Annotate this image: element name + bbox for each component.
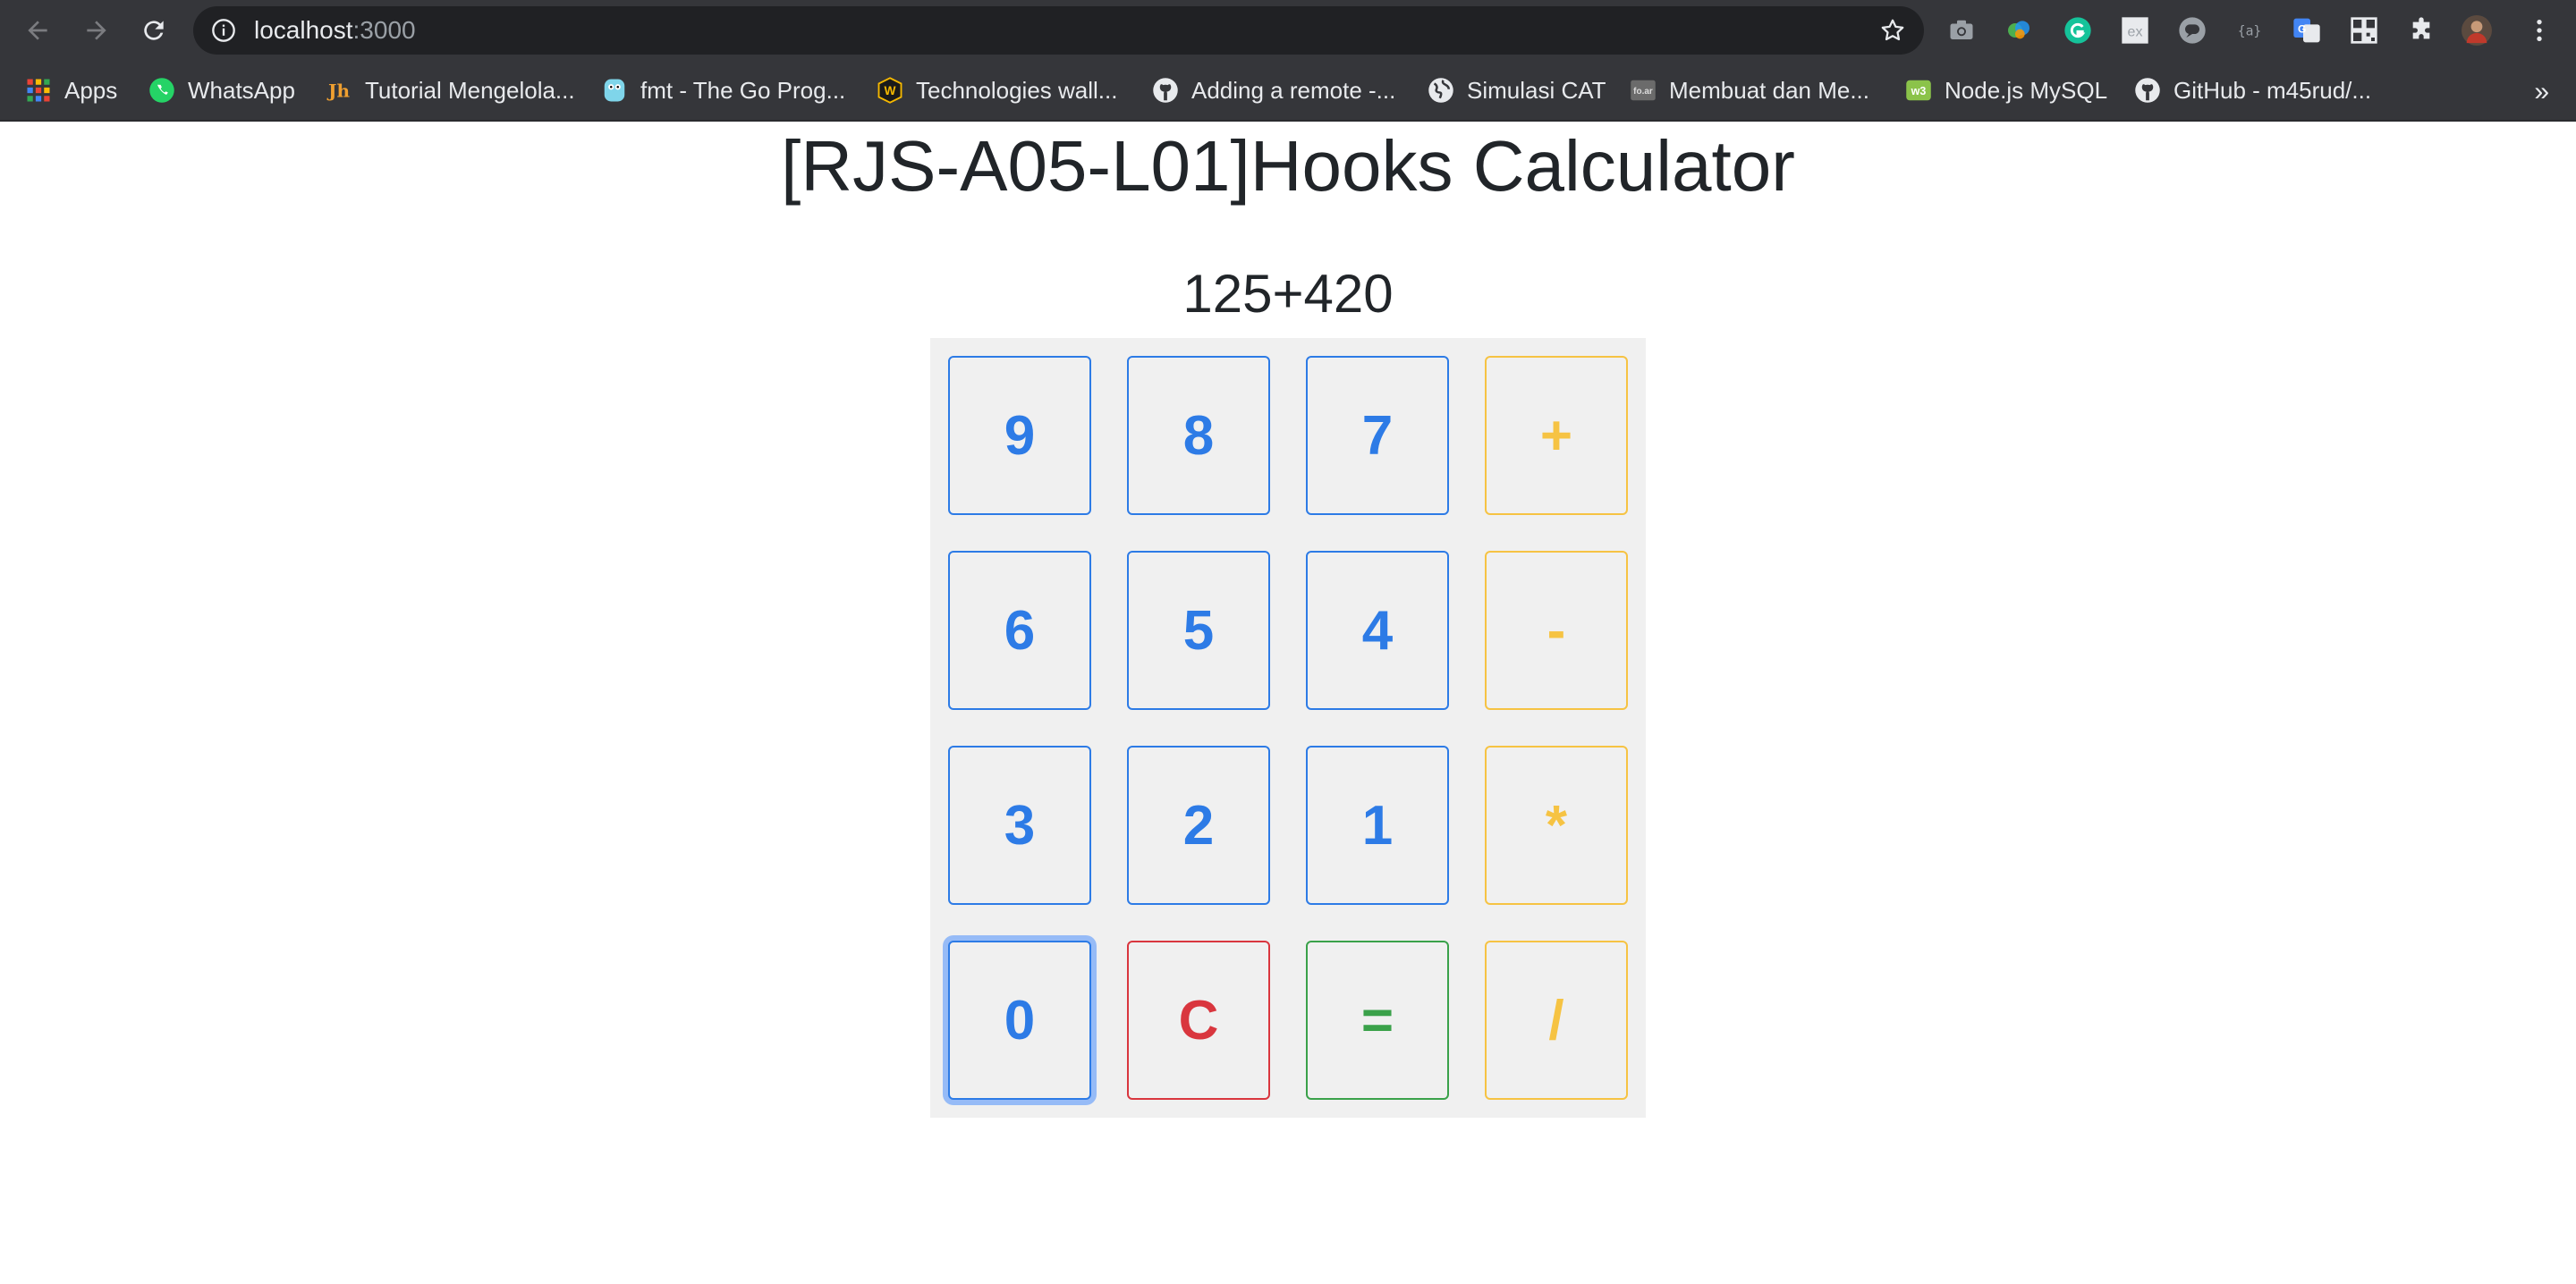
forward-button[interactable]	[79, 13, 114, 48]
bookmark-label: Node.js MySQL	[1945, 76, 2108, 104]
svg-text:Jh: Jh	[326, 80, 350, 102]
key-8[interactable]: 8	[1127, 356, 1270, 515]
whatsapp-icon	[149, 78, 174, 103]
bookmark-label: fmt - The Go Prog...	[640, 76, 846, 104]
github-icon	[1153, 78, 1178, 103]
key-0[interactable]: 0	[948, 941, 1091, 1100]
jh-logo-icon: Jh	[326, 80, 350, 102]
key-equals[interactable]: =	[1306, 941, 1449, 1100]
bookmark-tutorial[interactable]: Jh Tutorial Mengelola...	[326, 61, 575, 120]
json-extension-icon[interactable]: {a}	[2234, 15, 2265, 46]
bookmark-adding-remote[interactable]: Adding a remote -...	[1152, 61, 1395, 120]
arrow-right-icon	[87, 21, 106, 40]
bookmark-nodejs-mysql[interactable]: w3 Node.js MySQL	[1905, 61, 2107, 120]
svg-text:G: G	[2298, 23, 2306, 36]
bookmark-label: WhatsApp	[188, 76, 295, 104]
grammarly-icon[interactable]	[2063, 15, 2093, 46]
bookmark-whatsapp[interactable]: WhatsApp	[148, 61, 295, 120]
url-port: :3000	[352, 16, 416, 44]
key-7[interactable]: 7	[1306, 356, 1449, 515]
url-text: localhost:3000	[254, 6, 416, 55]
calculator-keypad: 9 8 7 + 6 5 4 - 3 2 1 * 0 C = /	[930, 338, 1646, 1118]
key-clear[interactable]: C	[1127, 941, 1270, 1100]
ex-extension-icon[interactable]: ex	[2120, 15, 2150, 46]
bookmark-label: Tutorial Mengelola...	[365, 76, 575, 104]
key-divide[interactable]: /	[1485, 941, 1628, 1100]
url-host: localhost	[254, 16, 353, 44]
key-minus[interactable]: -	[1485, 551, 1628, 710]
key-6[interactable]: 6	[948, 551, 1091, 710]
bookmark-membuat[interactable]: fo.ar Membuat dan Me...	[1630, 61, 1869, 120]
w-badge-icon: W	[877, 77, 902, 104]
bookmark-label: Adding a remote -...	[1191, 76, 1396, 104]
translate-extension-icon[interactable]: G	[2292, 15, 2322, 46]
github-icon	[2135, 78, 2160, 103]
globe-icon	[1428, 78, 1453, 103]
key-1[interactable]: 1	[1306, 746, 1449, 905]
reload-button[interactable]	[136, 13, 172, 48]
key-plus[interactable]: +	[1485, 356, 1628, 515]
more-bookmarks-button[interactable]: »	[2534, 77, 2549, 107]
bookmark-fmt[interactable]: fmt - The Go Prog...	[601, 61, 845, 120]
camera-extension-icon[interactable]	[1946, 15, 1977, 46]
bookmark-label: Membuat dan Me...	[1669, 76, 1869, 104]
arrow-left-icon	[28, 21, 47, 40]
bookmark-technologies[interactable]: W Technologies wall...	[877, 61, 1117, 120]
go-gopher-icon	[604, 79, 625, 102]
bookmark-label: Simulasi CAT	[1467, 76, 1606, 104]
bookmarks-bar: Apps WhatsApp Jh Tutorial Mengelola... f…	[0, 61, 2576, 122]
key-3[interactable]: 3	[948, 746, 1091, 905]
svg-text:fo.ar: fo.ar	[1633, 87, 1653, 97]
qr-code-extension-icon[interactable]	[2349, 15, 2379, 46]
bookmark-label: Apps	[64, 76, 118, 104]
reload-icon	[144, 21, 164, 40]
svg-text:W: W	[885, 84, 896, 97]
puzzle-extensions-icon[interactable]	[2406, 15, 2436, 46]
key-9[interactable]: 9	[948, 356, 1091, 515]
calculator-display: 125+420	[1182, 264, 1394, 324]
key-4[interactable]: 4	[1306, 551, 1449, 710]
back-button[interactable]	[20, 13, 55, 48]
key-multiply[interactable]: *	[1485, 746, 1628, 905]
info-icon	[212, 19, 235, 42]
page-title: [RJS-A05-L01]Hooks Calculator	[781, 126, 1795, 206]
address-bar[interactable]: localhost:3000	[193, 6, 1924, 55]
w3schools-icon: w3	[1906, 80, 1931, 101]
bookmark-star-icon[interactable]	[1879, 17, 1906, 44]
chat-extension-icon[interactable]	[2177, 15, 2207, 46]
colorful-extension-icon[interactable]	[2004, 15, 2034, 46]
bookmark-apps[interactable]: Apps	[25, 61, 117, 120]
apps-grid-icon	[27, 79, 50, 102]
browser-toolbar: localhost:3000 ex {a} G	[0, 0, 2576, 61]
bookmark-github-m45rud[interactable]: GitHub - m45rud/...	[2134, 61, 2371, 120]
key-5[interactable]: 5	[1127, 551, 1270, 710]
chrome-menu-icon[interactable]	[2524, 15, 2555, 46]
svg-text:ex: ex	[2128, 25, 2143, 40]
profile-avatar[interactable]	[2462, 15, 2492, 46]
svg-text:w3: w3	[1911, 85, 1927, 97]
site-icon: fo.ar	[1631, 80, 1656, 101]
bookmark-label: Technologies wall...	[916, 76, 1118, 104]
bookmark-label: GitHub - m45rud/...	[2174, 76, 2372, 104]
svg-text:{a}: {a}	[2238, 23, 2261, 38]
key-2[interactable]: 2	[1127, 746, 1270, 905]
bookmark-simulasi-cat[interactable]: Simulasi CAT	[1428, 61, 1606, 120]
